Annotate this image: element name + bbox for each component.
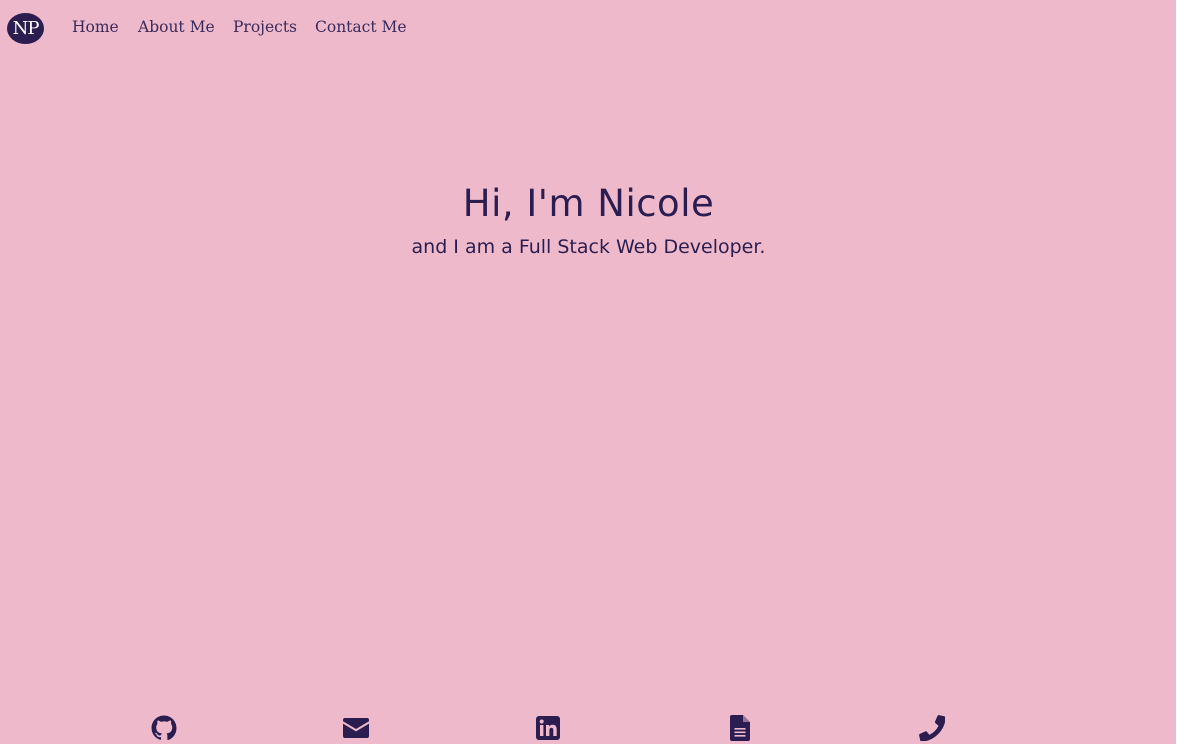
nav-link-projects[interactable]: Projects (233, 18, 297, 36)
navbar: NP Home About Me Projects Contact Me (0, 0, 600, 56)
resume-document-icon[interactable] (726, 714, 754, 742)
nav-link-contact[interactable]: Contact Me (315, 18, 407, 36)
github-icon[interactable] (150, 714, 178, 742)
phone-icon[interactable] (918, 714, 946, 742)
linkedin-icon[interactable] (534, 714, 562, 742)
logo-home-link[interactable]: NP (7, 13, 44, 44)
envelope-icon[interactable] (342, 714, 370, 742)
hero-subtitle: and I am a Full Stack Web Developer. (411, 236, 766, 258)
hero-title: Hi, I'm Nicole (462, 182, 715, 225)
nav-link-home[interactable]: Home (72, 18, 119, 36)
nav-link-about[interactable]: About Me (138, 18, 215, 36)
